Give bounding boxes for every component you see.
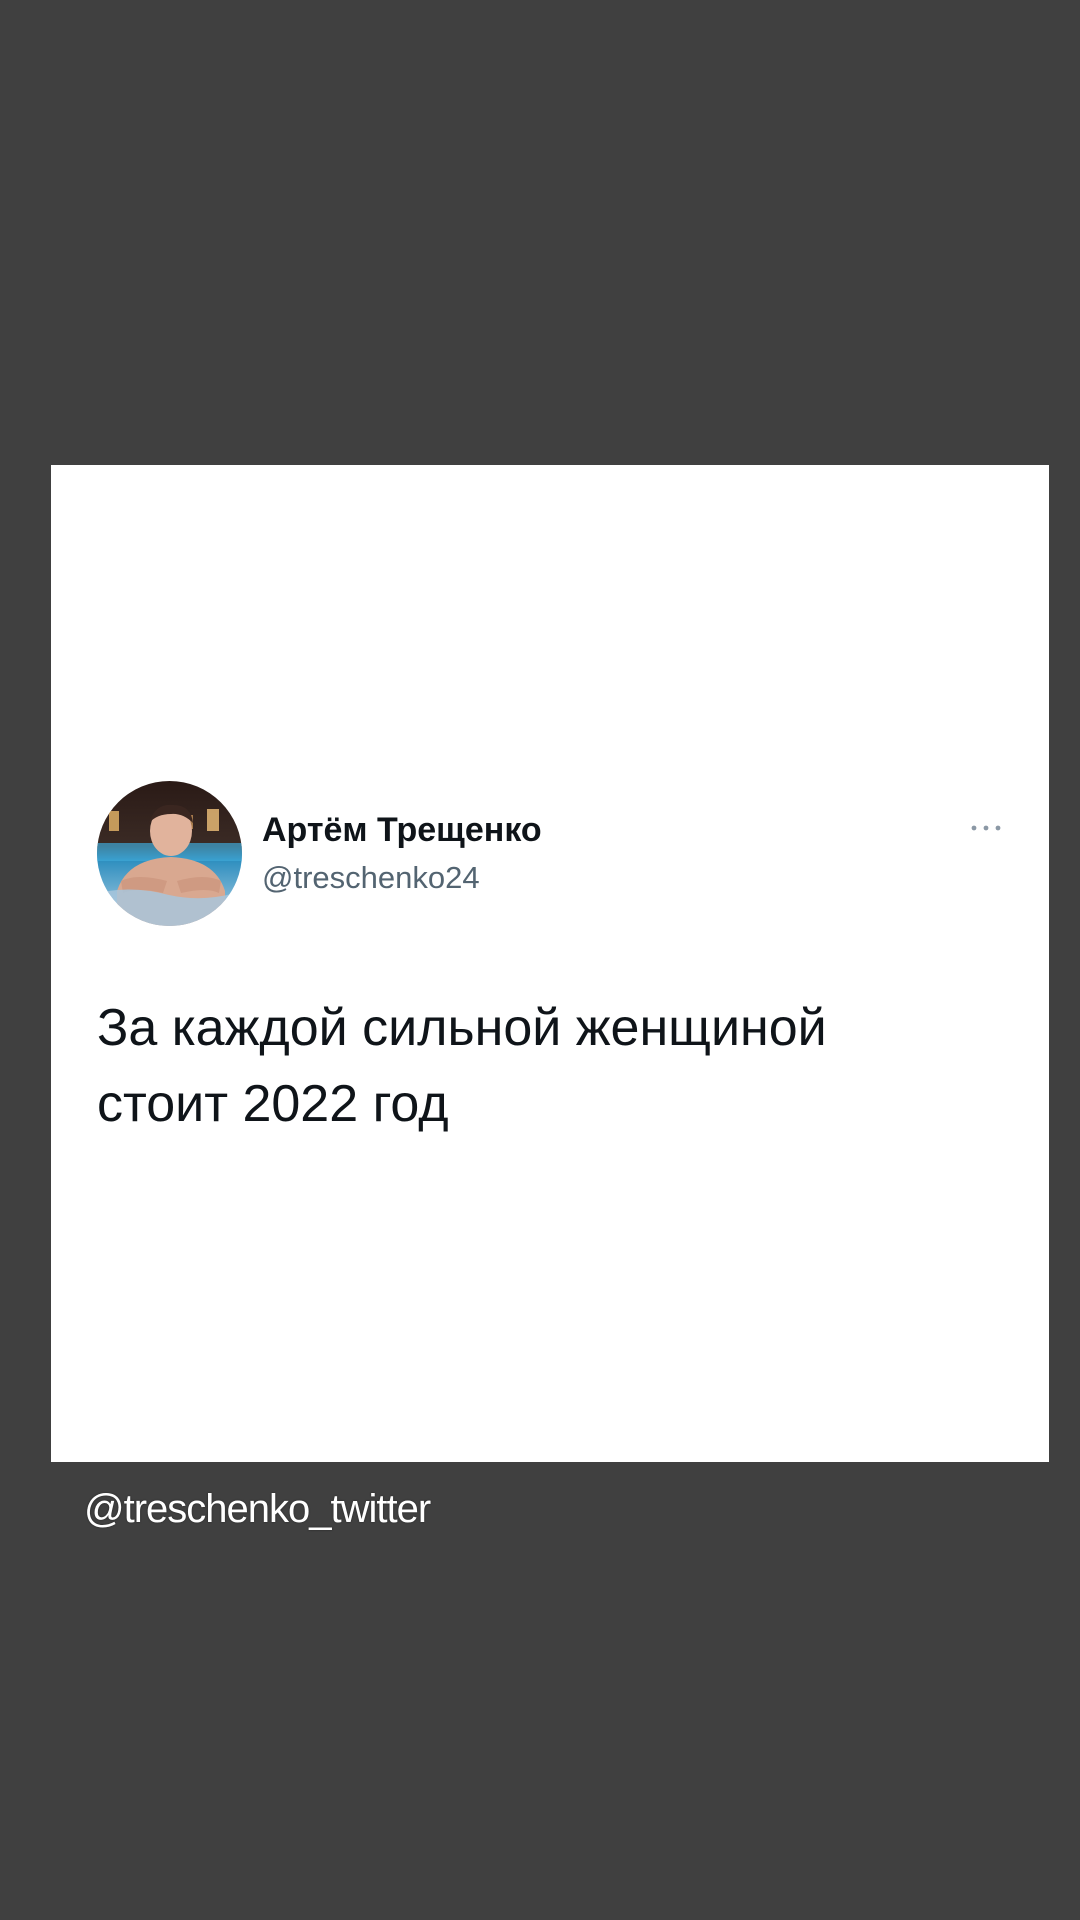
- tweet-text: За каждой сильной женщиной стоит 2022 го…: [97, 999, 827, 1133]
- avatar-photo: [97, 781, 242, 926]
- avatar[interactable]: [97, 781, 242, 926]
- tweet-author: Артём Трещенко @treschenko24: [262, 810, 542, 896]
- display-name[interactable]: Артём Трещенко: [262, 810, 542, 850]
- caption-mention[interactable]: @treschenko_twitter: [84, 1487, 431, 1532]
- more-horizontal-icon[interactable]: [966, 821, 1006, 835]
- tweet-card: Артём Трещенко @treschenko24 За каждой с…: [51, 465, 1049, 1462]
- user-handle[interactable]: @treschenko24: [262, 860, 542, 896]
